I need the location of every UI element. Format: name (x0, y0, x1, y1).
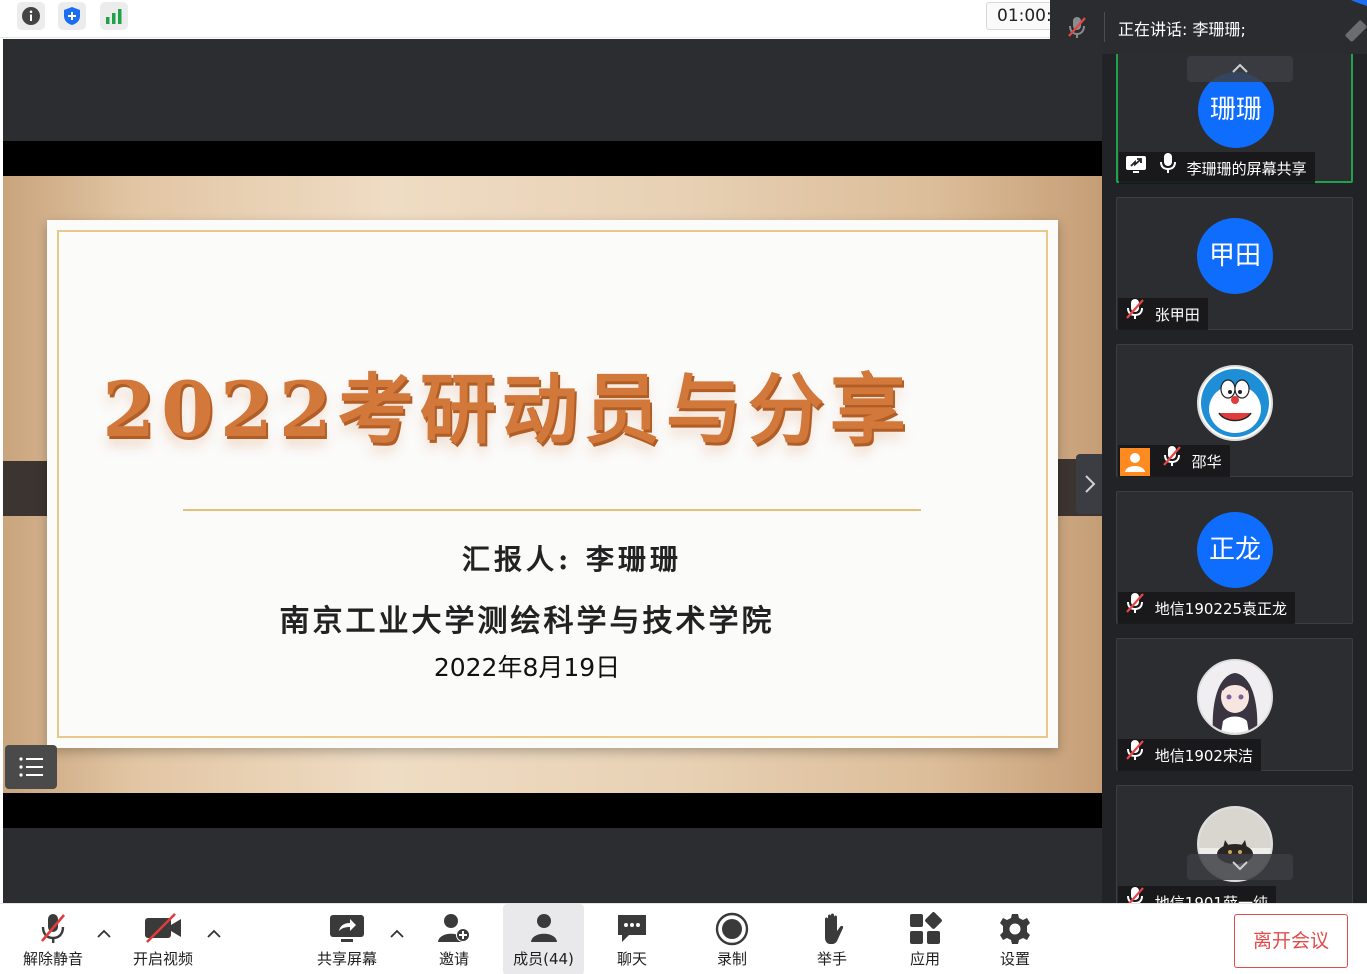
apps-button[interactable]: 应用 (891, 904, 959, 974)
invite-button[interactable]: 邀请 (420, 904, 488, 974)
slide-school: 南京工业大学测绘科学与技术学院 (279, 604, 775, 639)
mic-muted-icon (1161, 445, 1183, 478)
participant-nameplate: 张甲田 (1118, 298, 1208, 330)
slide-date: 2022年8月19日 (433, 653, 621, 682)
record-button[interactable]: 录制 (698, 904, 766, 974)
doraemon-avatar-icon (1201, 369, 1269, 437)
participant-name: 李珊珊的屏幕共享 (1186, 159, 1307, 178)
slide-menu-button[interactable] (5, 745, 57, 789)
chevron-down-icon (1232, 861, 1248, 871)
mic-muted-icon (1124, 592, 1146, 625)
video-off-icon (143, 912, 183, 948)
mic-muted-icon (1124, 739, 1146, 772)
participant-nameplate: 李珊珊的屏幕共享 (1119, 152, 1315, 184)
meeting-window: 01:00: 正在讲话: 李珊珊; 2022考研动员与分享 汇报人: 李珊珊 南… (0, 0, 1367, 974)
slide-title: 2022考研动员与分享 (102, 365, 912, 454)
mic-muted-icon (1124, 298, 1146, 331)
settings-button[interactable]: 设置 (981, 904, 1049, 974)
participant-tile[interactable]: 地信1901薛一纯 (1116, 785, 1353, 903)
participant-nameplate: 地信1901薛一纯 (1118, 886, 1276, 903)
anime-avatar-icon (1199, 661, 1271, 733)
mic-icon (1158, 152, 1178, 185)
participant-name: 邵华 (1191, 452, 1222, 471)
chevron-up-icon (1232, 63, 1248, 73)
share-screen-icon (328, 912, 366, 948)
gear-icon (998, 912, 1032, 950)
user-avatar-icon (1120, 447, 1150, 476)
screen-share-icon (1125, 153, 1147, 185)
shield-icon[interactable] (58, 2, 86, 30)
raise-hand-button[interactable]: 举手 (798, 904, 866, 974)
pen-icon[interactable] (1327, 0, 1367, 54)
start-video-button[interactable]: 开启视频 (124, 904, 202, 974)
slide-reporter: 汇报人: 李珊珊 (461, 543, 683, 576)
scroll-up-button[interactable] (1187, 56, 1293, 82)
signal-icon[interactable] (100, 2, 128, 30)
participant-name: 地信1901薛一纯 (1154, 893, 1268, 904)
presentation-slide: 2022考研动员与分享 汇报人: 李珊珊 南京工业大学测绘科学与技术学院 202… (3, 176, 1102, 793)
avatar: 珊珊 (1198, 72, 1274, 148)
participant-tile[interactable]: 地信1902宋洁 (1116, 638, 1353, 771)
avatar (1197, 659, 1273, 735)
list-icon (19, 757, 43, 777)
leave-meeting-button[interactable]: 离开会议 (1234, 914, 1348, 968)
slide-divider (183, 509, 921, 511)
members-icon (526, 912, 562, 948)
scroll-down-button[interactable] (1187, 854, 1293, 880)
speaking-text: 正在讲话: 李珊珊; (1118, 20, 1246, 39)
chat-icon (615, 912, 649, 948)
mic-muted-icon (1124, 886, 1146, 903)
mic-muted-icon (37, 912, 69, 948)
share-screen-button[interactable]: 共享屏幕 (306, 904, 388, 974)
apps-icon (908, 912, 942, 950)
avatar (1197, 365, 1273, 441)
avatar: 正龙 (1197, 512, 1273, 588)
participant-name: 地信1902宋洁 (1154, 746, 1253, 765)
avatar: 甲田 (1197, 218, 1273, 294)
participant-gallery: 珊珊 李珊珊的屏幕共享 甲田 张甲田 邵华 正龙 地信190225袁正龙 地信1… (1102, 54, 1367, 903)
meeting-toolbar: 解除静音 开启视频 共享屏幕 邀请 成员(44) 聊天 录制 举手 应用 设置 … (0, 903, 1367, 974)
members-button[interactable]: 成员(44) (503, 904, 584, 974)
chevron-right-icon (1085, 475, 1096, 493)
participant-name: 张甲田 (1154, 305, 1200, 324)
unmute-button[interactable]: 解除静音 (14, 904, 92, 974)
record-icon (715, 912, 749, 950)
participant-nameplate: 地信1902宋洁 (1118, 739, 1261, 771)
chevron-up-icon[interactable] (96, 928, 112, 940)
chevron-up-icon[interactable] (389, 928, 405, 940)
hand-icon (817, 912, 847, 950)
participant-nameplate: 地信190225袁正龙 (1118, 592, 1296, 625)
chevron-up-icon[interactable] (206, 928, 222, 940)
participant-tile[interactable]: 甲田 张甲田 (1116, 197, 1353, 330)
gallery-toggle-button[interactable] (1076, 454, 1104, 514)
participant-tile[interactable]: 正龙 地信190225袁正龙 (1116, 491, 1353, 624)
info-icon[interactable] (17, 2, 45, 30)
meeting-timer: 01:00: (986, 2, 1052, 30)
chat-button[interactable]: 聊天 (598, 904, 666, 974)
participant-name: 地信190225袁正龙 (1154, 599, 1288, 618)
participant-tile[interactable]: 邵华 (1116, 344, 1353, 477)
slide-paper: 2022考研动员与分享 汇报人: 李珊珊 南京工业大学测绘科学与技术学院 202… (47, 220, 1058, 748)
shared-screen: 2022考研动员与分享 汇报人: 李珊珊 南京工业大学测绘科学与技术学院 202… (3, 39, 1104, 903)
participant-nameplate: 邵华 (1118, 445, 1230, 477)
add-user-icon (436, 912, 472, 948)
